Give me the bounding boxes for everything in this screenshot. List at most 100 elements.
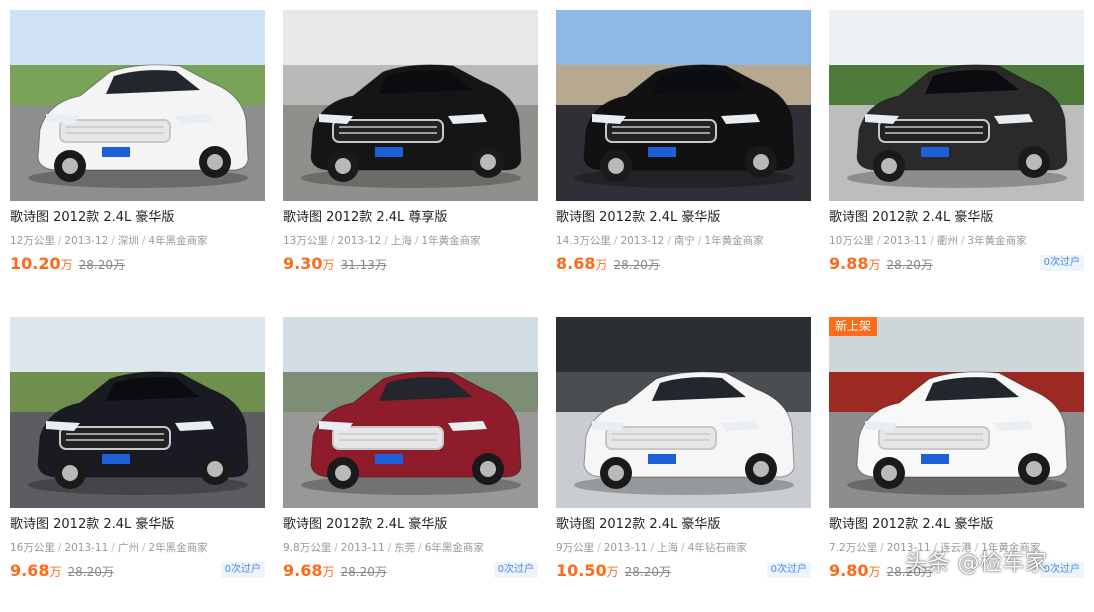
price-unit: 万 [868, 258, 881, 272]
listing-photo[interactable] [556, 10, 811, 201]
listing-meta: 10万公里/2013-11/衢州/3年黄金商家 [829, 234, 1084, 248]
listing-title[interactable]: 歌诗图 2012款 2.4L 尊享版 [283, 210, 538, 226]
listing-meta: 16万公里/2013-11/广州/2年黑金商家 [10, 541, 265, 555]
listing-card[interactable]: 歌诗图 2012款 2.4L 豪华版 14.3万公里/2013-12/南宁/1年… [556, 10, 811, 305]
price: 10.50万 [556, 561, 619, 580]
listing-title[interactable]: 歌诗图 2012款 2.4L 豪华版 [556, 210, 811, 226]
listing-card[interactable]: 歌诗图 2012款 2.4L 豪华版 12万公里/2013-12/深圳/4年黑金… [10, 10, 265, 305]
separator: / [667, 235, 671, 247]
registration-date: 2013-12 [337, 235, 382, 247]
separator: / [597, 542, 601, 554]
price: 9.30万 [283, 254, 335, 273]
original-price: 28.20万 [624, 565, 671, 579]
car-photo-icon [283, 317, 538, 508]
listing-photo[interactable] [556, 317, 811, 508]
city: 深圳 [117, 235, 139, 247]
listing-card[interactable]: 歌诗图 2012款 2.4L 尊享版 13万公里/2013-12/上海/1年黄金… [283, 10, 538, 305]
listing-photo[interactable]: 新上架 [829, 317, 1084, 508]
mileage: 16万公里 [10, 542, 55, 554]
dealer-level: 2年黑金商家 [148, 542, 208, 554]
listing-photo[interactable] [10, 10, 265, 201]
listing-grid: 歌诗图 2012款 2.4L 豪华版 12万公里/2013-12/深圳/4年黑金… [10, 10, 1084, 612]
price-unit: 万 [606, 565, 619, 579]
mileage: 10万公里 [829, 235, 874, 247]
listing-photo[interactable] [829, 10, 1084, 201]
separator: / [418, 542, 422, 554]
price: 9.68万 [283, 561, 335, 580]
listing-title[interactable]: 歌诗图 2012款 2.4L 豪华版 [556, 517, 811, 533]
listing-title[interactable]: 歌诗图 2012款 2.4L 豪华版 [829, 210, 1084, 226]
price-value: 10.50 [556, 561, 607, 580]
mileage: 9.8万公里 [283, 542, 332, 554]
price-value: 9.68 [10, 561, 50, 580]
dealer-level: 4年钻石商家 [687, 542, 747, 554]
dealer-level: 6年黑金商家 [424, 542, 484, 554]
original-price: 28.20万 [340, 565, 387, 579]
original-price: 28.20万 [67, 565, 114, 579]
price-value: 10.20 [10, 254, 61, 273]
price-value: 9.80 [829, 561, 869, 580]
listing-meta: 9万公里/2013-11/上海/4年钻石商家 [556, 541, 811, 555]
car-photo-icon [10, 317, 265, 508]
registration-date: 2013-12 [620, 235, 665, 247]
registration-date: 2013-11 [603, 542, 648, 554]
listing-card[interactable]: 歌诗图 2012款 2.4L 豪华版 16万公里/2013-11/广州/2年黑金… [10, 317, 265, 612]
dealer-level: 3年黄金商家 [967, 235, 1027, 247]
car-photo-icon [829, 317, 1084, 508]
registration-date: 2013-12 [64, 235, 109, 247]
price: 8.68万 [556, 254, 608, 273]
listing-title[interactable]: 歌诗图 2012款 2.4L 豪华版 [283, 517, 538, 533]
price-row: 9.88万 28.20万 0次过户 [829, 254, 1084, 274]
listing-photo[interactable] [10, 317, 265, 508]
city: 广州 [117, 542, 139, 554]
listing-photo[interactable] [283, 317, 538, 508]
separator: / [384, 235, 388, 247]
listing-card[interactable]: 歌诗图 2012款 2.4L 豪华版 10万公里/2013-11/衢州/3年黄金… [829, 10, 1084, 305]
city: 上海 [657, 542, 679, 554]
price-unit: 万 [322, 258, 335, 272]
dealer-level: 4年黑金商家 [148, 235, 208, 247]
car-photo-icon [556, 10, 811, 201]
car-photo-icon [556, 317, 811, 508]
city: 衢州 [936, 235, 958, 247]
separator: / [387, 542, 392, 554]
price-value: 8.68 [556, 254, 596, 273]
car-photo-icon [283, 10, 538, 201]
separator: / [613, 235, 618, 247]
separator: / [697, 235, 702, 247]
transfer-count-tag: 0次过户 [1039, 255, 1084, 271]
new-listing-badge: 新上架 [829, 317, 878, 336]
price-value: 9.30 [283, 254, 323, 273]
separator: / [111, 542, 115, 554]
price: 9.68万 [10, 561, 62, 580]
original-price: 28.20万 [886, 258, 933, 272]
registration-date: 2013-11 [883, 235, 928, 247]
listing-title[interactable]: 歌诗图 2012款 2.4L 豪华版 [829, 517, 1084, 533]
listing-meta: 12万公里/2013-12/深圳/4年黑金商家 [10, 234, 265, 248]
mileage: 14.3万公里 [556, 235, 611, 247]
price-row: 9.30万 31.13万 [283, 254, 538, 274]
listing-title[interactable]: 歌诗图 2012款 2.4L 豪华版 [10, 517, 265, 533]
price-row: 8.68万 28.20万 [556, 254, 811, 274]
listing-card[interactable]: 歌诗图 2012款 2.4L 豪华版 9万公里/2013-11/上海/4年钻石商… [556, 317, 811, 612]
transfer-count-tag: 0次过户 [766, 562, 811, 578]
separator: / [650, 542, 655, 554]
listing-title[interactable]: 歌诗图 2012款 2.4L 豪华版 [10, 210, 265, 226]
price-unit: 万 [595, 258, 608, 272]
mileage: 7.2万公里 [829, 542, 878, 554]
price: 9.88万 [829, 254, 881, 273]
price-row: 9.68万 28.20万 0次过户 [10, 561, 265, 581]
original-price: 31.13万 [340, 258, 387, 272]
separator: / [141, 235, 146, 247]
price-unit: 万 [868, 565, 881, 579]
city: 东莞 [394, 542, 416, 554]
price-row: 9.68万 28.20万 0次过户 [283, 561, 538, 581]
listing-meta: 13万公里/2013-12/上海/1年黄金商家 [283, 234, 538, 248]
dealer-level: 1年黄金商家 [421, 235, 481, 247]
dealer-level: 1年黄金商家 [704, 235, 764, 247]
separator: / [141, 542, 146, 554]
listing-photo[interactable] [283, 10, 538, 201]
separator: / [930, 235, 934, 247]
mileage: 9万公里 [556, 542, 595, 554]
listing-card[interactable]: 歌诗图 2012款 2.4L 豪华版 9.8万公里/2013-11/东莞/6年黑… [283, 317, 538, 612]
